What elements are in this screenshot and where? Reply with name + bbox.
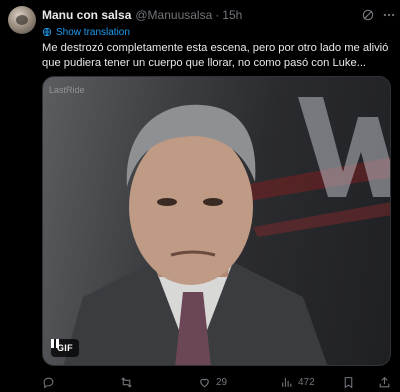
show-translation-label: Show translation	[56, 26, 130, 38]
gif-badge: GIF	[57, 343, 73, 353]
bookmark-icon	[344, 376, 353, 388]
share-icon	[379, 376, 390, 387]
gif-watermark: LastRide	[49, 85, 85, 95]
user-handle[interactable]: @Manuusalsa	[135, 8, 212, 22]
tweet: Manu con salsa @Manuusalsa · 15h Show tr…	[0, 0, 400, 392]
more-icon[interactable]	[382, 8, 396, 22]
views-button[interactable]: 472	[280, 374, 315, 390]
tweet-text: Me destrozó completamente esta escena, p…	[42, 42, 389, 69]
show-translation-link[interactable]: Show translation	[42, 25, 130, 39]
pause-icon	[51, 339, 59, 348]
reply-button[interactable]	[42, 374, 60, 390]
separator-dot: ·	[215, 8, 220, 22]
heart-icon	[200, 378, 209, 387]
tweet-header: Manu con salsa @Manuusalsa · 15h	[42, 7, 242, 23]
gif-frame	[63, 97, 390, 365]
repost-button[interactable]	[120, 374, 138, 390]
gif-play-pause-control[interactable]: GIF	[51, 339, 79, 357]
repost-icon	[121, 376, 132, 388]
tweet-actions: 29 472	[42, 374, 394, 390]
bookmark-button[interactable]	[342, 374, 355, 390]
avatar[interactable]	[8, 6, 36, 34]
grok-icon[interactable]	[361, 8, 375, 22]
views-count: 472	[298, 376, 315, 388]
tweet-media-gif[interactable]: LastRide GIF	[42, 76, 391, 366]
like-count: 29	[216, 376, 228, 388]
globe-icon	[42, 27, 52, 37]
reply-icon	[43, 377, 54, 388]
like-button[interactable]: 29	[198, 374, 227, 390]
views-icon	[282, 377, 292, 387]
display-name[interactable]: Manu con salsa	[42, 8, 131, 22]
timestamp[interactable]: 15h	[222, 8, 242, 22]
share-button[interactable]	[378, 374, 391, 390]
